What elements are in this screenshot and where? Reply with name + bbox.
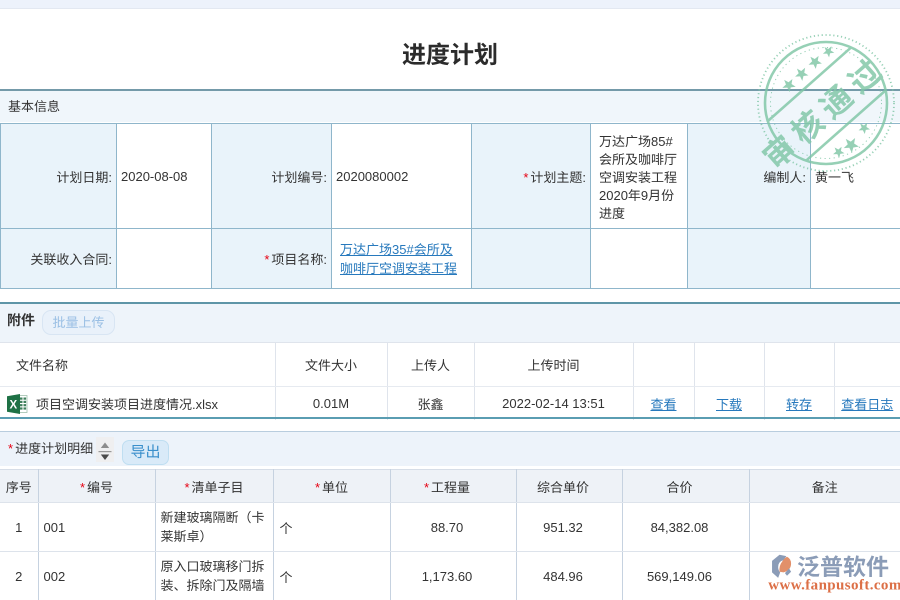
svg-text:X: X <box>9 400 17 412</box>
svg-text:审核通过: 审核通过 <box>751 43 895 177</box>
svg-text:www.fanpusoft.com: www.fanpusoft.com <box>768 578 900 594</box>
